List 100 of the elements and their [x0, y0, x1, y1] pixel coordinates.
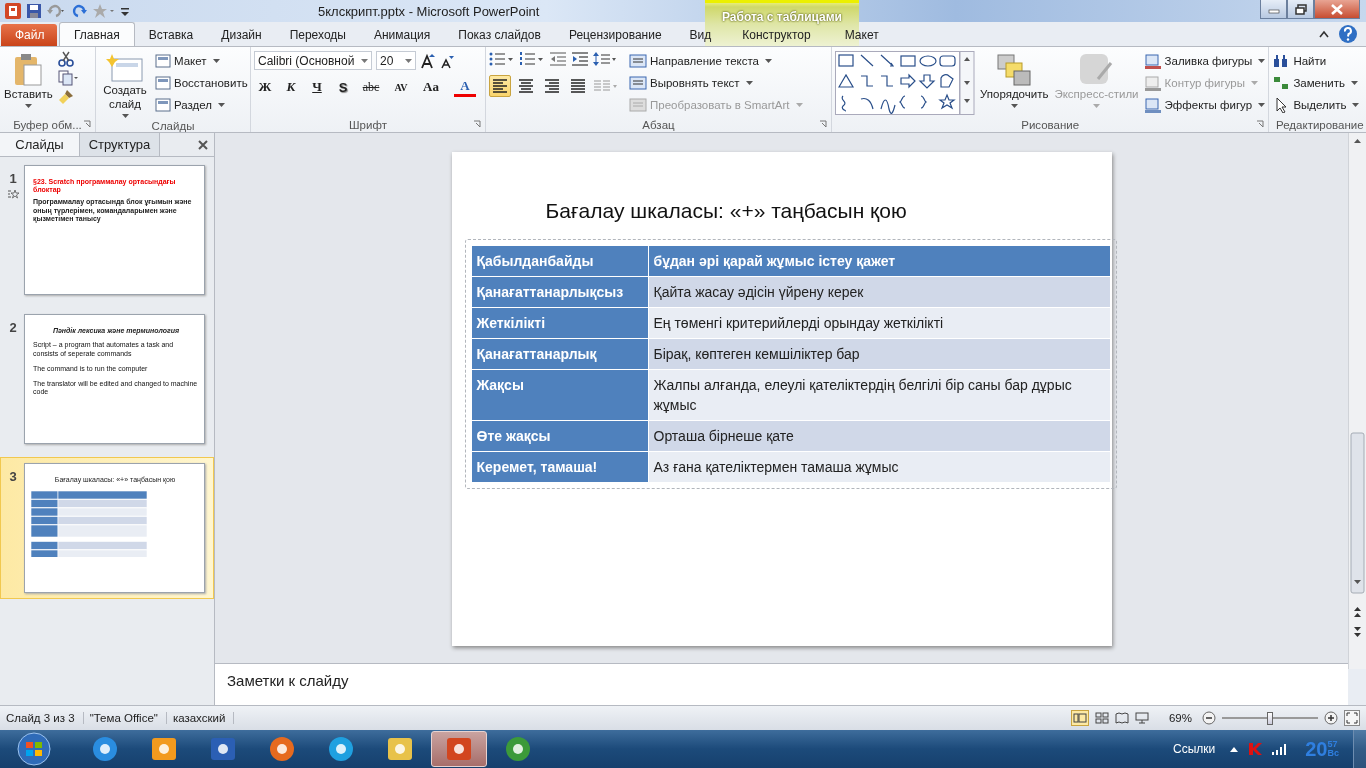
- align-text-icon: [629, 74, 647, 91]
- table-cell: Өте жақсы: [471, 420, 648, 452]
- close-button[interactable]: [1314, 0, 1360, 19]
- reading-view-icon[interactable]: [1114, 712, 1129, 724]
- panel-tab[interactable]: Структура: [80, 133, 160, 156]
- table-cell: Жалпы алғанда, елеулі қателіктердің белгілі бір саны бар дұрыс жұмыс: [648, 369, 1110, 421]
- ribbon-tab[interactable]: Файл: [1, 24, 57, 46]
- ribbon-tab[interactable]: Дизайн: [207, 24, 276, 46]
- ribbon-command[interactable]: Найти: [1272, 51, 1360, 70]
- ribbon-tab[interactable]: Вставка: [134, 24, 208, 46]
- caret-icon: [1352, 102, 1360, 107]
- ribbon-command[interactable]: Раздел: [155, 95, 248, 114]
- align-lines-icon: [570, 79, 586, 93]
- ribbon-command[interactable]: Восстановить: [155, 73, 248, 92]
- dialog-launcher-icon[interactable]: [83, 120, 91, 128]
- restore-button[interactable]: [1287, 0, 1314, 19]
- ribbon-tab[interactable]: Макет: [827, 24, 896, 46]
- normal-view-icon[interactable]: [1070, 710, 1089, 726]
- collapse-ribbon-icon[interactable]: [1318, 29, 1330, 39]
- copy-icon[interactable]: [57, 70, 80, 86]
- window-title: 5клскрипт.pptx - Microsoft PowerPoint: [318, 4, 540, 19]
- format-button[interactable]: Aa: [418, 76, 444, 98]
- ribbon-tab[interactable]: Анимация: [359, 24, 445, 46]
- table-cell: Керемет, тамаша!: [471, 451, 648, 483]
- language-indicator[interactable]: казахский: [172, 712, 235, 724]
- theme-name[interactable]: "Тема Office": [89, 712, 167, 724]
- redo-icon[interactable]: [72, 3, 88, 19]
- table-cell: Бірақ, көптеген кемшіліктер бар: [648, 338, 1110, 370]
- shapes-gallery-drawing[interactable]: [835, 51, 975, 115]
- dialog-launcher-icon[interactable]: [819, 120, 827, 128]
- slideshow-icon[interactable]: [1134, 712, 1149, 724]
- help-icon[interactable]: [1338, 24, 1358, 44]
- group-label: Шрифт: [349, 118, 387, 131]
- new-slide-icon: [106, 53, 144, 83]
- start-button-icon[interactable]: [14, 730, 54, 768]
- group-label: Абзац: [642, 118, 675, 131]
- ribbon-command[interactable]: Выровнять текст: [629, 73, 803, 92]
- group-label: Рисование: [1021, 118, 1080, 131]
- zoom-level[interactable]: 69%: [1168, 712, 1192, 724]
- slide-counter: Слайд 3 из 3: [6, 712, 84, 724]
- caret-icon: [24, 104, 32, 108]
- save-icon[interactable]: [26, 3, 42, 19]
- font-size-field[interactable]: 20: [376, 51, 416, 70]
- font-color-button[interactable]: A: [454, 77, 476, 97]
- tray-expand-icon[interactable]: [1229, 745, 1240, 753]
- links-toolbar[interactable]: Ссылки: [1173, 742, 1216, 756]
- increase-indent-icon[interactable]: [571, 51, 589, 67]
- paintbrush-icon[interactable]: [57, 89, 74, 105]
- fit-to-window-icon[interactable]: [1344, 710, 1360, 726]
- caret-icon: [1258, 58, 1266, 63]
- grow-font-icon[interactable]: [420, 52, 436, 69]
- ribbon-tab[interactable]: Переходы: [275, 24, 360, 46]
- numbered-list-icon[interactable]: [519, 51, 545, 67]
- ribbon-command[interactable]: Заливка фигуры: [1143, 51, 1266, 70]
- format-button[interactable]: Ч: [306, 76, 328, 98]
- table-cell: Қанағаттанарлықсыз: [471, 276, 648, 308]
- caret-icon: [1093, 104, 1100, 108]
- dialog-launcher-icon[interactable]: [473, 120, 481, 128]
- ribbon-tab[interactable]: Вид: [675, 24, 726, 46]
- ribbon-command[interactable]: Выделить: [1272, 95, 1360, 114]
- layout-icon: [155, 53, 171, 68]
- close-icon[interactable]: [198, 139, 208, 150]
- arrange-button[interactable]: Упорядочить: [979, 51, 1050, 110]
- zoom-out-icon[interactable]: [1202, 711, 1216, 725]
- scissors-icon[interactable]: [57, 51, 74, 67]
- vertical-scrollbar[interactable]: [1348, 133, 1366, 669]
- panel-tab[interactable]: Слайды: [0, 133, 80, 156]
- ribbon-tab[interactable]: Рецензирование: [554, 24, 676, 46]
- star-icon[interactable]: [92, 3, 116, 19]
- decrease-indent-icon[interactable]: [549, 51, 567, 67]
- ribbon-command[interactable]: Эффекты фигур: [1143, 95, 1266, 114]
- ribbon-command[interactable]: Заменить: [1272, 73, 1360, 92]
- dialog-launcher-icon[interactable]: [1256, 120, 1265, 128]
- stacked-squares-icon: [996, 53, 1033, 87]
- ribbon-tab[interactable]: Показ слайдов: [444, 24, 555, 46]
- bullet-list-icon[interactable]: [489, 51, 515, 67]
- format-button[interactable]: К: [280, 76, 302, 98]
- new-slide-button[interactable]: Создать слайд: [99, 51, 151, 120]
- font-name-field[interactable]: Calibri (Основной: [254, 51, 372, 70]
- format-button[interactable]: Ж: [254, 76, 276, 98]
- slide-sorter-icon[interactable]: [1094, 712, 1109, 724]
- ribbon-command[interactable]: Направление текста: [629, 51, 803, 70]
- group-label: Редактирование: [1276, 118, 1364, 131]
- table-cell: Орташа бірнеше қате: [648, 420, 1110, 452]
- caret-icon: [218, 102, 225, 107]
- ribbon-tab[interactable]: Главная: [59, 22, 135, 46]
- paste-button[interactable]: Вставить: [3, 51, 54, 110]
- format-button[interactable]: AV: [388, 76, 414, 98]
- line-spacing-icon[interactable]: [593, 51, 617, 67]
- format-button[interactable]: S: [332, 76, 354, 98]
- align-lines-icon: [544, 79, 560, 93]
- ribbon-tab[interactable]: Конструктор: [725, 24, 828, 46]
- ribbon-command[interactable]: Макет: [155, 51, 248, 70]
- signal-icon[interactable]: [1271, 742, 1288, 756]
- format-button[interactable]: abc: [358, 76, 384, 98]
- caret-icon: [361, 58, 368, 63]
- notes-field[interactable]: Заметки к слайду: [215, 663, 1348, 705]
- align-left-button[interactable]: [489, 75, 511, 97]
- zoom-in-icon[interactable]: [1324, 711, 1338, 725]
- caret-icon: [1250, 80, 1258, 85]
